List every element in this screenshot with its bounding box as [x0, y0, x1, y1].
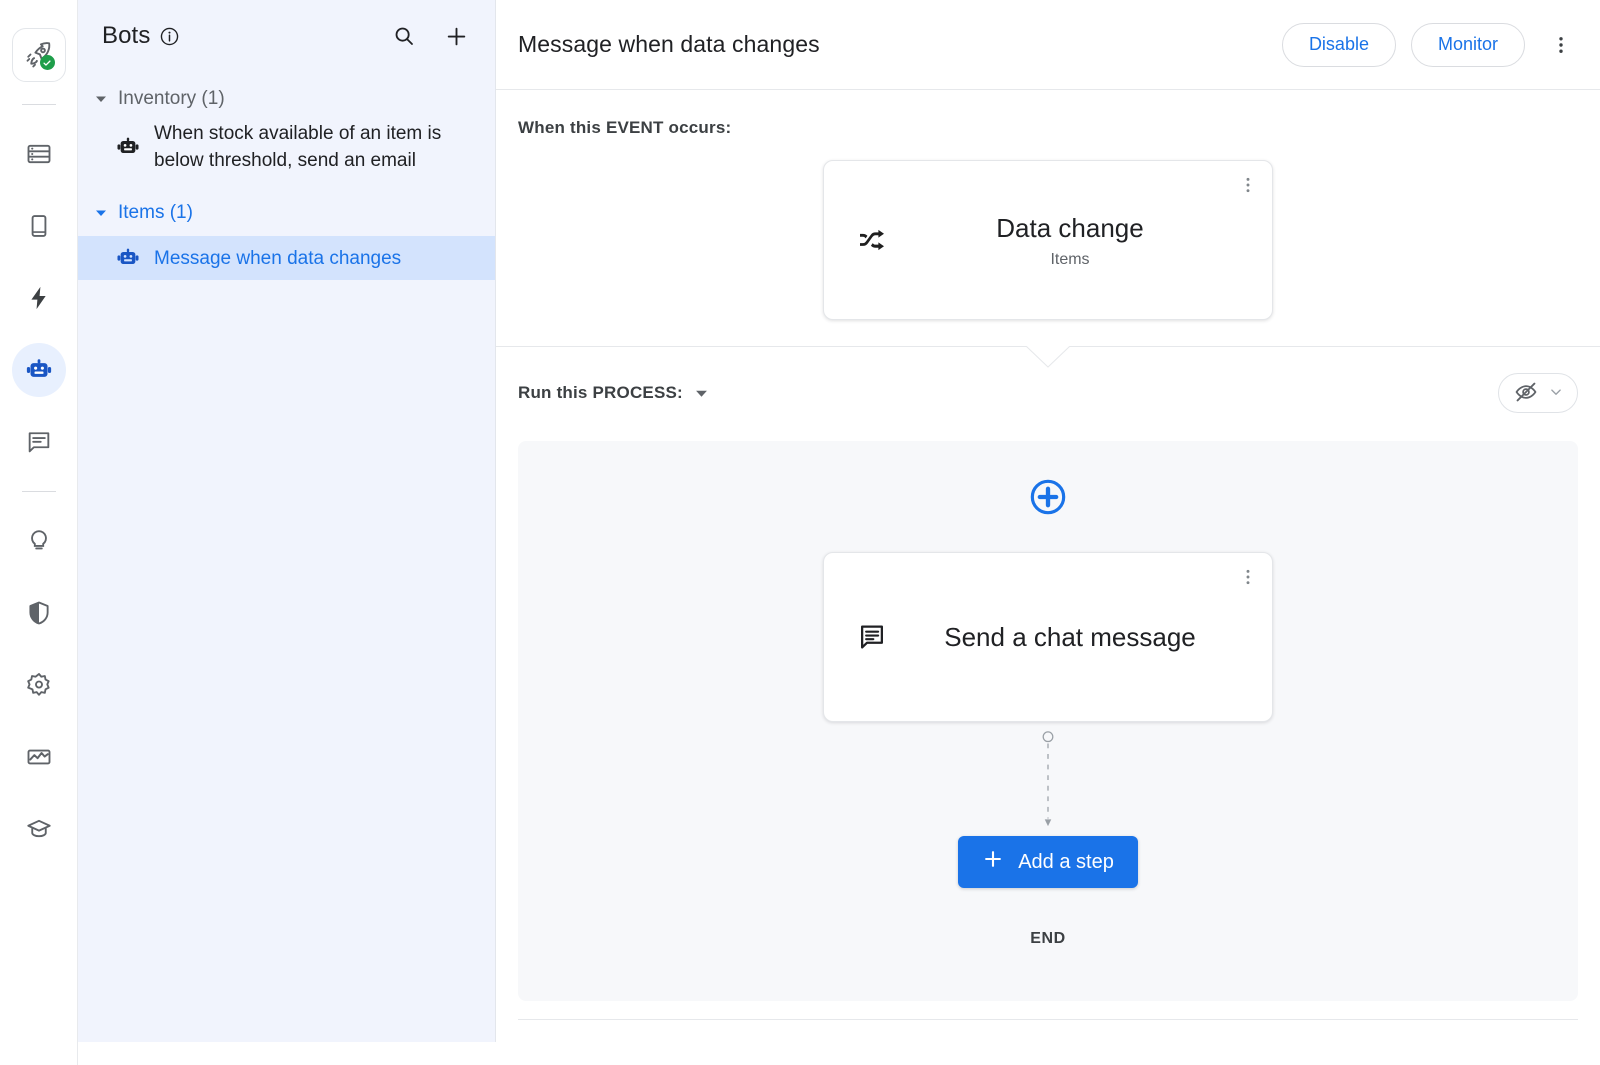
plus-circle-icon[interactable]	[1028, 477, 1068, 522]
tree-group-label: Items (1)	[118, 202, 193, 224]
chat-message-icon	[25, 428, 53, 456]
more-vertical-icon[interactable]	[1238, 567, 1258, 592]
rail-item-app[interactable]	[12, 199, 66, 253]
rail-divider-bottom	[22, 491, 56, 492]
plus-icon[interactable]	[443, 23, 469, 49]
rail-item-bots[interactable]	[12, 343, 66, 397]
app-preview-icon	[25, 212, 53, 240]
process-canvas: Send a chat message Add a step	[518, 441, 1578, 1001]
rail-item-monitoring[interactable]	[12, 730, 66, 784]
rail-item-ideas[interactable]	[12, 514, 66, 568]
rail-item-actions[interactable]	[12, 271, 66, 325]
disable-button[interactable]: Disable	[1282, 23, 1396, 67]
event-section-label: When this EVENT occurs:	[496, 118, 1600, 138]
main-panel: Message when data changes Disable Monito…	[496, 0, 1600, 1065]
rail-item-learn[interactable]	[12, 802, 66, 856]
process-card-text: Send a chat message	[894, 617, 1246, 657]
more-vertical-icon[interactable]	[1544, 25, 1578, 65]
event-card-title: Data change	[902, 211, 1238, 245]
rail-item-deploy[interactable]	[12, 28, 66, 82]
header-actions: Disable Monitor	[1282, 23, 1578, 67]
event-node-card[interactable]: Data change Items	[823, 160, 1273, 320]
shuffle-data-change-icon	[850, 224, 894, 256]
rail-item-security[interactable]	[12, 586, 66, 640]
bot-name: Message when data changes	[154, 245, 401, 272]
process-section: Run this PROCESS:	[496, 347, 1600, 1020]
plus-icon	[982, 848, 1004, 876]
bot-name: When stock available of an item is below…	[154, 120, 475, 174]
process-node-card[interactable]: Send a chat message	[823, 552, 1273, 722]
bots-sidebar: Bots	[78, 0, 496, 1042]
rail-item-settings[interactable]	[12, 658, 66, 712]
page-title: Message when data changes	[518, 31, 820, 58]
step-connector	[1040, 722, 1056, 830]
caret-down-icon[interactable]	[94, 206, 108, 220]
tree-group-items[interactable]: Items (1)	[78, 196, 495, 230]
section-divider	[496, 346, 1600, 347]
bots-tree: Inventory (1) When stock available of an…	[78, 72, 495, 280]
visibility-toggle-button[interactable]	[1498, 373, 1578, 413]
left-icon-rail	[0, 0, 78, 1065]
add-step-label: Add a step	[1018, 851, 1114, 874]
caret-down-icon[interactable]	[94, 92, 108, 106]
chat-bubble-icon	[850, 621, 894, 653]
process-card-title: Send a chat message	[902, 617, 1238, 657]
info-icon[interactable]	[159, 26, 180, 47]
rail-item-data[interactable]	[12, 127, 66, 181]
tree-group-inventory[interactable]: Inventory (1)	[78, 82, 495, 116]
search-icon[interactable]	[391, 23, 417, 49]
learning-cap-icon	[25, 815, 53, 843]
list-item-selected[interactable]: Message when data changes	[78, 236, 495, 280]
app-root: Bots	[0, 0, 1600, 1065]
rail-divider-top	[22, 104, 56, 105]
monitoring-chart-icon	[25, 743, 53, 771]
more-vertical-icon[interactable]	[1238, 175, 1258, 200]
data-table-icon	[25, 140, 53, 168]
sidebar-title: Bots	[102, 22, 150, 50]
bot-icon	[114, 133, 142, 161]
end-label: END	[1030, 930, 1066, 948]
event-section: When this EVENT occurs:	[496, 90, 1600, 347]
lightbulb-icon	[25, 527, 53, 555]
event-card-wrap: Data change Items	[496, 138, 1600, 342]
process-header: Run this PROCESS:	[496, 373, 1600, 413]
caret-down-icon[interactable]	[695, 387, 708, 400]
bottom-divider	[518, 1019, 1578, 1020]
tree-group-label: Inventory (1)	[118, 88, 225, 110]
bot-icon	[114, 244, 142, 272]
main-header: Message when data changes Disable Monito…	[496, 0, 1600, 90]
shield-security-icon	[25, 599, 53, 627]
settings-gear-icon	[25, 671, 53, 699]
chevron-down-icon	[1547, 383, 1565, 404]
sidebar-header: Bots	[78, 0, 495, 72]
event-card-subtitle: Items	[902, 251, 1238, 269]
add-step-button[interactable]: Add a step	[958, 836, 1138, 888]
visibility-off-icon	[1513, 379, 1539, 408]
rail-item-chat[interactable]	[12, 415, 66, 469]
deploy-status-badge	[40, 55, 55, 70]
monitor-button[interactable]: Monitor	[1411, 23, 1525, 67]
connector-notch	[1026, 346, 1070, 368]
list-item[interactable]: When stock available of an item is below…	[78, 116, 495, 184]
process-section-label: Run this PROCESS:	[518, 383, 683, 403]
actions-bolt-icon	[25, 284, 53, 312]
bots-robot-icon	[24, 355, 54, 385]
sidebar-header-actions	[391, 23, 469, 49]
event-card-text: Data change Items	[894, 211, 1246, 269]
